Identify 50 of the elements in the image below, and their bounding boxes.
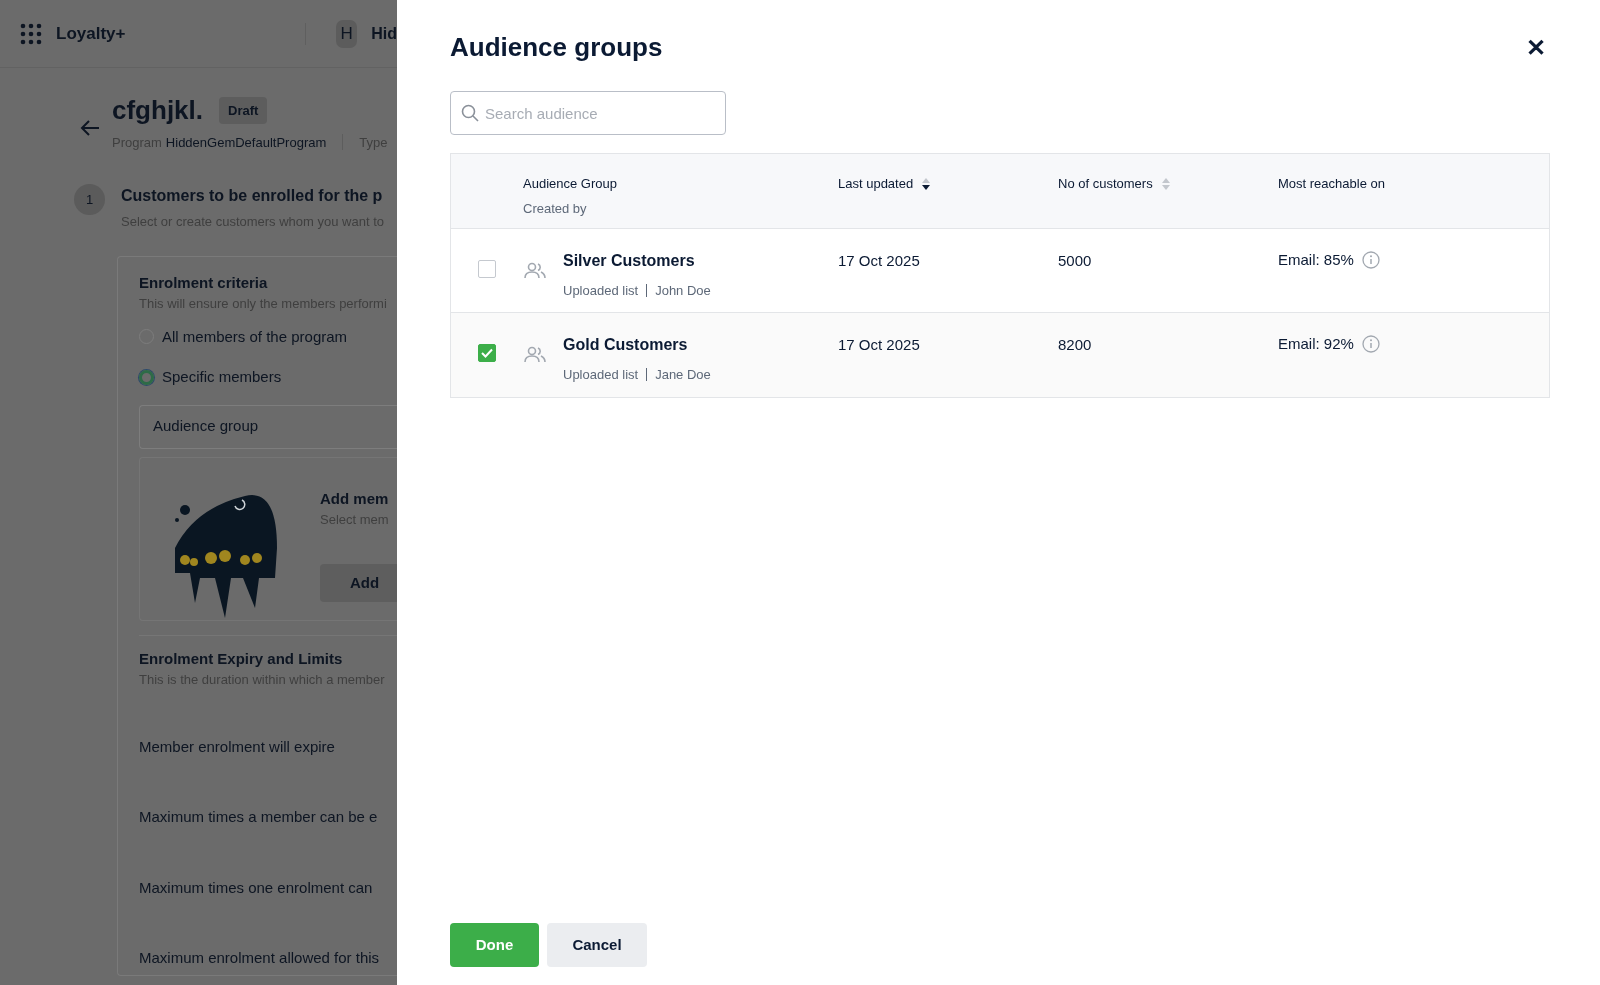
count-cell: 5000 xyxy=(1058,252,1092,269)
people-icon xyxy=(523,345,547,365)
step-title: Customers to be enrolled for the p xyxy=(121,186,384,207)
info-icon[interactable] xyxy=(1361,335,1380,354)
sort-icon[interactable] xyxy=(921,176,932,191)
step-number: 1 xyxy=(74,184,105,216)
date-cell: 17 Oct 2025 xyxy=(838,336,920,353)
setting-label: Maximum enrolment allowed for this xyxy=(139,948,381,969)
reach-cell-text: Email: 92% xyxy=(1278,334,1354,354)
row-checkbox[interactable] xyxy=(478,260,496,278)
table-row[interactable]: Gold Customers Uploaded list Jane Doe 17 Oct 2025 8200 Email: 92% xyxy=(451,313,1549,397)
column-header: No of customers xyxy=(1058,175,1153,193)
date-cell: 17 Oct 2025 xyxy=(838,252,920,269)
column-header: Last updated xyxy=(838,175,914,193)
back-arrow-icon xyxy=(80,119,100,138)
page-title: cfghjkl. xyxy=(112,96,203,125)
radio-label: Specific members xyxy=(162,367,282,388)
people-icon xyxy=(523,261,547,281)
add-members-title: Add mem xyxy=(320,488,390,509)
info-icon[interactable] xyxy=(1361,251,1380,270)
section-title: Enrolment Expiry and Limits xyxy=(139,648,344,669)
radio-label: All members of the program xyxy=(162,326,348,347)
setting-label: Maximum times a member can be e xyxy=(139,807,379,828)
apps-grid-icon[interactable] xyxy=(20,22,42,45)
source-label: Uploaded list xyxy=(563,366,639,384)
org-name: Hid xyxy=(371,23,397,44)
setting-label: Member enrolment will expire xyxy=(139,736,336,757)
close-button[interactable]: ✕ xyxy=(1522,35,1550,60)
search-field[interactable]: Search audience xyxy=(450,91,726,135)
source-label: Uploaded list xyxy=(563,282,639,300)
setting-label: Maximum times one enrolment can xyxy=(139,877,374,898)
group-name: Silver Customers xyxy=(563,251,696,271)
column-subheader: Created by xyxy=(523,199,588,218)
section-title: Enrolment criteria xyxy=(139,272,269,293)
status-badge: Draft xyxy=(219,96,268,125)
reach-cell-text: Email: 85% xyxy=(1278,250,1354,270)
count-cell: 8200 xyxy=(1058,336,1092,353)
cancel-button[interactable]: Cancel xyxy=(547,923,647,967)
creator-name: Jane Doe xyxy=(655,366,711,384)
program-name: HiddenGemDefaultProgram xyxy=(165,133,327,152)
group-name: Gold Customers xyxy=(563,335,689,355)
panel-title: Audience groups xyxy=(450,31,663,64)
avatar: H xyxy=(336,19,358,48)
column-header: Audience Group xyxy=(523,175,617,193)
row-checkbox[interactable] xyxy=(478,344,496,362)
app-logo: Loyalty+ xyxy=(56,22,126,45)
search-icon xyxy=(461,104,479,122)
creator-name: John Doe xyxy=(655,282,711,300)
radio-button[interactable] xyxy=(139,369,154,385)
column-header: Most reachable on xyxy=(1278,175,1385,193)
